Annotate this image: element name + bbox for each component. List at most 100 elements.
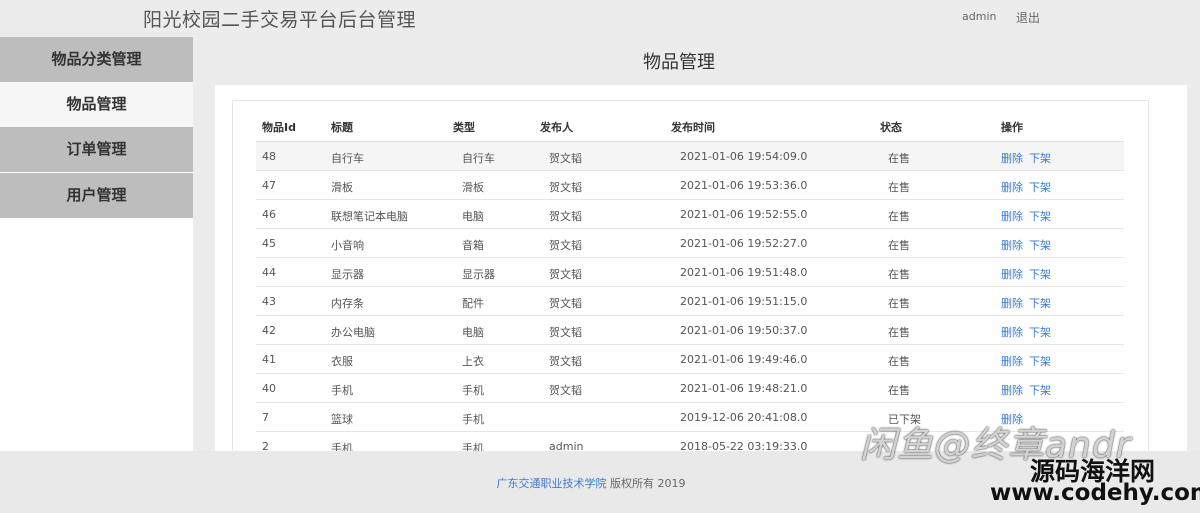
logout-link[interactable]: 退出	[1016, 9, 1040, 26]
cell-actions: 删除 下架	[1001, 266, 1057, 282]
sidebar-item-orders[interactable]: 订单管理	[0, 127, 193, 172]
take-down-link[interactable]: 下架	[1029, 326, 1051, 339]
cell-time: 2021-01-06 19:52:55.0	[680, 208, 808, 221]
cell-type: 自行车	[462, 152, 495, 165]
delete-link[interactable]: 删除	[1001, 181, 1023, 194]
table-row: 47 滑板 滑板 贺文韬 2021-01-06 19:53:36.0 在售 删除 下架	[256, 171, 1124, 200]
cell-type: 配件	[462, 297, 484, 310]
watermark-site-url: www.codehy.com	[990, 480, 1200, 506]
footer-copyright: 版权所有 2019	[606, 477, 686, 490]
delete-link[interactable]: 删除	[1001, 355, 1023, 368]
delete-link[interactable]: 删除	[1001, 152, 1023, 165]
table-row: 46 联想笔记本电脑 电脑 贺文韬 2021-01-06 19:52:55.0 在售 删除下…	[256, 200, 1124, 229]
cell-publisher: 贺文韬	[549, 326, 582, 339]
table-row: 42 办公电脑 电脑 贺文韬 2021-01-06 19:50:37.0 在售 删除 下架	[256, 316, 1124, 345]
delete-link[interactable]: 删除	[1001, 268, 1023, 281]
cell-publisher: 贺文韬	[549, 152, 582, 165]
sidebar-item-goods[interactable]: 物品管理	[0, 82, 193, 127]
cell-publisher: 贺文韬	[549, 181, 582, 194]
cell-publisher: 贺文韬	[549, 268, 582, 281]
cell-time: 2021-01-06 19:51:48.0	[680, 266, 808, 279]
cell-actions: 删除 下架	[1001, 150, 1057, 166]
cell-status: 在售	[888, 268, 910, 281]
table-row: 44 显示器 显示器 贺文韬 2021-01-06 19:51:48.0 在售 删除 下架	[256, 258, 1124, 287]
cell-publisher: 贺文韬	[549, 239, 582, 252]
delete-link[interactable]: 删除	[1001, 239, 1023, 252]
delete-link[interactable]: 删除	[1001, 326, 1023, 339]
cell-status: 在售	[888, 297, 910, 310]
table-row: 45 小音响 音箱 贺文韬 2021-01-06 19:52:27.0 在售 删除 下架	[256, 229, 1124, 258]
table-row: 41 衣服 上衣 贺文韬 2021-01-06 19:49:46.0 在售 删除 下架	[256, 345, 1124, 374]
take-down-link[interactable]: 下架	[1029, 239, 1051, 252]
cell-type: 显示器	[462, 268, 495, 281]
cell-title: 办公电脑	[331, 326, 375, 339]
cell-title: 篮球	[331, 413, 353, 426]
cell-time: 2021-01-06 19:53:36.0	[680, 179, 808, 192]
cell-status: 在售	[888, 239, 910, 252]
cell-status: 在售	[888, 326, 910, 339]
sidebar-item-category[interactable]: 物品分类管理	[0, 37, 193, 82]
cell-publisher: 贺文韬	[549, 384, 582, 397]
cell-id: 41	[262, 353, 276, 366]
footer-school-link[interactable]: 广东交通职业技术学院	[497, 477, 607, 490]
cell-title: 衣服	[331, 355, 353, 368]
cell-time: 2021-01-06 19:50:37.0	[680, 324, 808, 337]
app-title: 阳光校园二手交易平台后台管理	[143, 9, 417, 31]
take-down-link[interactable]: 下架	[1029, 181, 1051, 194]
cell-type: 电脑	[462, 326, 484, 339]
cell-status: 在售	[888, 355, 910, 368]
cell-type: 手机	[462, 413, 484, 426]
cell-actions: 删除 下架	[1001, 353, 1057, 369]
top-bar: 阳光校园二手交易平台后台管理 admin 退出	[0, 0, 1200, 37]
delete-link[interactable]: 删除	[1001, 384, 1023, 397]
cell-title: 显示器	[331, 268, 364, 281]
cell-id: 7	[262, 411, 269, 424]
cell-actions: 删除 下架	[1001, 208, 1057, 224]
cell-status: 在售	[888, 181, 910, 194]
cell-title: 内存条	[331, 297, 364, 310]
cell-publisher: 贺文韬	[549, 297, 582, 310]
cell-actions: 删除 下架	[1001, 179, 1057, 195]
cell-actions: 删除 下架	[1001, 382, 1057, 398]
cell-id: 48	[262, 150, 276, 163]
delete-link[interactable]: 删除	[1001, 210, 1023, 223]
cell-time: 2021-01-06 19:48:21.0	[680, 382, 808, 395]
column-header: 状态	[880, 121, 902, 134]
cell-title: 小音响	[331, 239, 364, 252]
page-title: 物品管理	[643, 52, 715, 73]
cell-type: 滑板	[462, 181, 484, 194]
take-down-link[interactable]: 下架	[1029, 210, 1051, 223]
take-down-link[interactable]: 下架	[1029, 355, 1051, 368]
cell-title: 滑板	[331, 181, 353, 194]
cell-type: 电脑	[462, 210, 484, 223]
table-row: 43 内存条 配件 贺文韬 2021-01-06 19:51:15.0 在售 删除 下架	[256, 287, 1124, 316]
cell-time: 2019-12-06 20:41:08.0	[680, 411, 808, 424]
table-row: 48 自行车 自行车 贺文韬 2021-01-06 19:54:09.0 在售 删除 下架	[256, 142, 1124, 171]
cell-id: 43	[262, 295, 276, 308]
cell-id: 46	[262, 208, 276, 221]
delete-link[interactable]: 删除	[1001, 297, 1023, 310]
cell-publisher: 贺文韬	[549, 210, 582, 223]
column-header: 发布时间	[671, 121, 715, 134]
cell-title: 手机	[331, 384, 353, 397]
cell-actions: 删除 下架	[1001, 295, 1057, 311]
cell-status: 在售	[888, 210, 910, 223]
cell-id: 40	[262, 382, 276, 395]
cell-time: 2021-01-06 19:54:09.0	[680, 150, 808, 163]
cell-time: 2021-01-06 19:52:27.0	[680, 237, 808, 250]
cell-id: 44	[262, 266, 276, 279]
sidebar-item-users[interactable]: 用户管理	[0, 173, 193, 218]
cell-time: 2021-01-06 19:51:15.0	[680, 295, 808, 308]
take-down-link[interactable]: 下架	[1029, 268, 1051, 281]
cell-time: 2021-01-06 19:49:46.0	[680, 353, 808, 366]
column-header: 发布人	[540, 121, 573, 134]
cell-actions: 删除 下架	[1001, 324, 1057, 340]
current-user: admin	[962, 10, 997, 23]
take-down-link[interactable]: 下架	[1029, 297, 1051, 310]
column-header: 类型	[453, 121, 475, 134]
take-down-link[interactable]: 下架	[1029, 384, 1051, 397]
cell-type: 音箱	[462, 239, 484, 252]
take-down-link[interactable]: 下架	[1029, 152, 1051, 165]
cell-type: 手机	[462, 384, 484, 397]
cell-status: 在售	[888, 152, 910, 165]
